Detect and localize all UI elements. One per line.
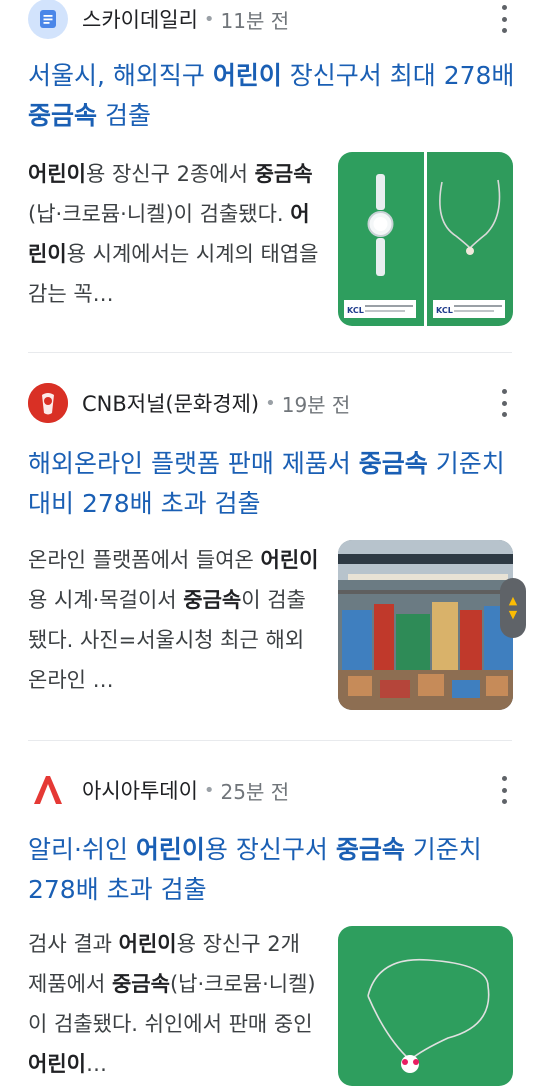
chevron-up-icon: ▲ [508, 594, 518, 607]
published-time: 25분 전 [220, 779, 290, 804]
cnb-logo-icon [28, 383, 68, 423]
separator-dot: • [203, 779, 215, 801]
separator-dot: • [203, 8, 215, 30]
source-row: 아시아투데이 • 25분 전 [28, 770, 520, 810]
more-vert-icon[interactable] [494, 5, 514, 33]
highlight-text: 중금속 [254, 162, 313, 186]
document-icon [28, 0, 68, 39]
source-name[interactable]: 스카이데일리 [82, 4, 198, 34]
highlight-text: 어린이 [28, 1052, 86, 1076]
highlight-text: 어린이 [118, 932, 177, 956]
published-time: 11분 전 [220, 8, 290, 33]
more-vert-icon[interactable] [494, 776, 514, 804]
source-row: 스카이데일리 • 11분 전 [28, 0, 520, 39]
highlight-text: 어린이 [260, 548, 319, 572]
text-segment: 용 시계·목걸이서 [28, 588, 184, 612]
highlight-text: 중금속 [28, 101, 98, 130]
text-segment: 검사 결과 [28, 932, 119, 956]
svg-text:KCL: KCL [347, 306, 364, 315]
highlight-text: 중금속 [183, 588, 242, 612]
highlight-text: 어린이 [28, 162, 86, 186]
asia-today-logo-icon [28, 770, 68, 810]
thumbnail[interactable]: KCL KCL [338, 152, 513, 326]
highlight-text: 중금속 [111, 972, 170, 996]
highlight-text: 어린이 [212, 61, 282, 90]
text-segment: 검출 [97, 101, 151, 130]
thumbnail[interactable] [338, 926, 513, 1086]
highlight-text: 중금속 [335, 835, 405, 864]
chevron-down-icon: ▼ [508, 608, 518, 621]
separator-dot: • [265, 392, 276, 414]
svg-text:KCL: KCL [436, 306, 453, 315]
headline[interactable]: 서울시, 해외직구 어린이 장신구서 최대 278배 중금속 검출 [28, 56, 518, 136]
source-name[interactable]: 아시아투데이 [82, 775, 198, 805]
snippet: 검사 결과 어린이용 장신구 2개 제품에서 중금속(납·크로뮴·니켈)이 검출… [28, 924, 323, 1084]
source-name[interactable]: CNB저널(문화경제) [82, 388, 259, 418]
scroll-handle[interactable]: ▲ ▼ [500, 578, 526, 638]
text-segment: 용 장신구 2종에서 [85, 162, 255, 186]
text-segment: 용 시계에서는 시계의 태엽을 감는 꼭… [28, 242, 319, 306]
thumbnail[interactable] [338, 540, 513, 710]
text-segment: (납·크로뮴·니켈)이 검출됐다. [28, 202, 291, 226]
snippet: 어린이용 장신구 2종에서 중금속(납·크로뮴·니켈)이 검출됐다. 어린이용 … [28, 154, 323, 314]
divider [28, 740, 512, 741]
text-segment: 장신구서 최대 278배 [281, 61, 515, 90]
text-segment: 서울시, 해외직구 [28, 61, 213, 90]
text-segment: … [85, 1052, 107, 1076]
headline[interactable]: 알리·쉬인 어린이용 장신구서 중금속 기준치 278배 초과 검출 [28, 830, 518, 910]
text-segment: 해외온라인 플랫폼 판매 제품서 [28, 449, 359, 478]
headline[interactable]: 해외온라인 플랫폼 판매 제품서 중금속 기준치 대비 278배 초과 검출 [28, 444, 518, 524]
text-segment: 알리·쉬인 [28, 835, 136, 864]
text-segment: 용 장신구서 [204, 835, 336, 864]
text-segment: 온라인 플랫폼에서 들여온 [28, 548, 261, 572]
highlight-text: 중금속 [358, 449, 428, 478]
published-time: 19분 전 [281, 392, 351, 417]
more-vert-icon[interactable] [494, 389, 514, 417]
highlight-text: 어린이 [135, 835, 205, 864]
snippet: 온라인 플랫폼에서 들여온 어린이용 시계·목걸이서 중금속이 검출 됐다. 사… [28, 540, 323, 700]
divider [28, 352, 512, 353]
source-row: CNB저널(문화경제) • 19분 전 [28, 383, 520, 423]
